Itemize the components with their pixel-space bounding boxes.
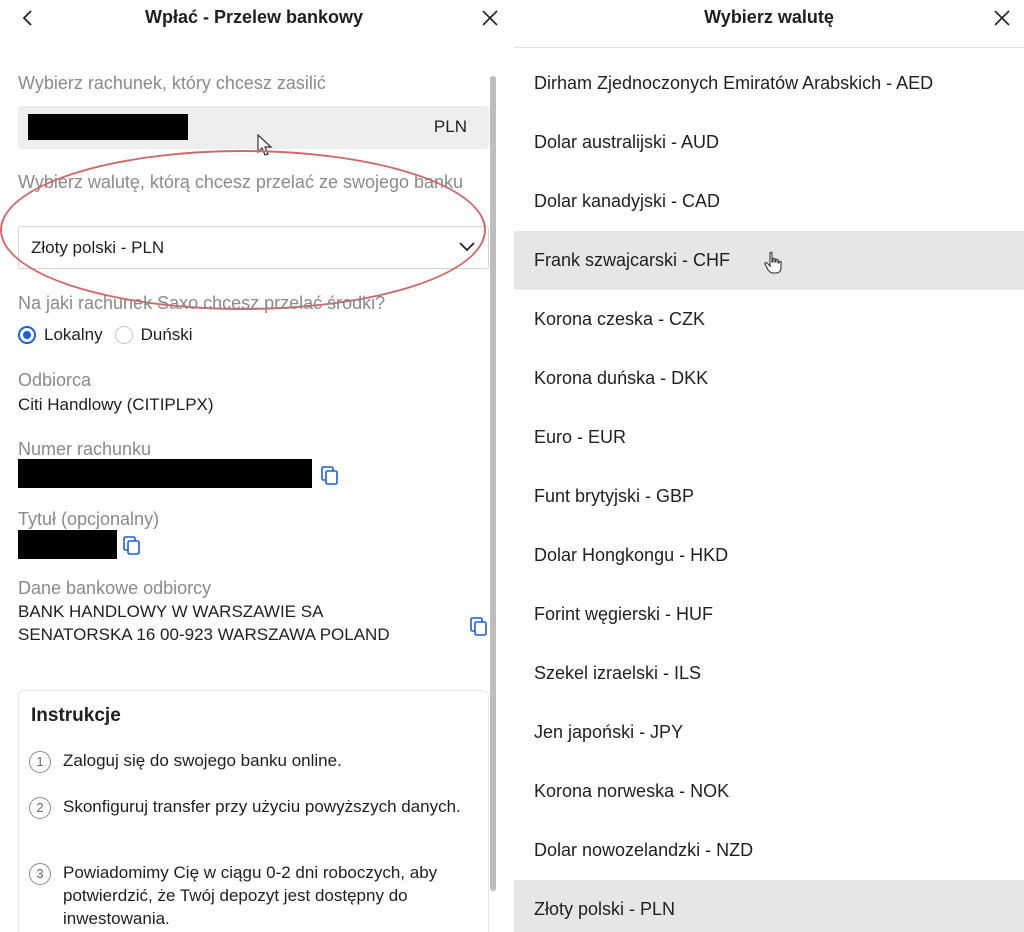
currency-option[interactable]: Korona duńska - DKK bbox=[514, 349, 1024, 408]
currency-option-label: Korona norweska - NOK bbox=[534, 781, 730, 801]
currency-option[interactable]: Frank szwajcarski - CHF bbox=[514, 231, 1024, 290]
currency-option[interactable]: Dolar nowozelandzki - NZD bbox=[514, 821, 1024, 880]
copy-icon[interactable] bbox=[469, 616, 489, 638]
bank-details-line1: BANK HANDLOWY W WARSZAWIE SA bbox=[18, 602, 324, 621]
instruction-step: 3 Powiadomimy Cię w ciągu 0-2 dni robocz… bbox=[29, 861, 469, 930]
step-text: Powiadomimy Cię w ciągu 0-2 dni roboczyc… bbox=[63, 863, 438, 928]
close-icon[interactable] bbox=[480, 8, 500, 28]
copy-icon[interactable] bbox=[320, 465, 340, 487]
step-number-icon: 1 bbox=[29, 751, 51, 773]
deposit-panel: Wpłać - Przelew bankowy Wybierz rachunek… bbox=[0, 0, 508, 932]
currency-picker-title: Wybierz walutę bbox=[704, 7, 834, 27]
instruction-step: 1 Zaloguj się do swojego banku online. bbox=[29, 749, 469, 773]
currency-option-label: Funt brytyjski - GBP bbox=[534, 486, 695, 506]
currency-option-label: Dolar Hongkongu - HKD bbox=[534, 545, 729, 565]
currency-dropdown[interactable]: Złoty polski - PLN bbox=[18, 226, 489, 269]
copy-icon[interactable] bbox=[122, 535, 142, 557]
currency-dropdown-value: Złoty polski - PLN bbox=[31, 238, 165, 257]
currency-option[interactable]: Korona norweska - NOK bbox=[514, 762, 1024, 821]
currency-option-label: Jen japoński - JPY bbox=[534, 722, 684, 742]
hand-pointer-icon bbox=[764, 251, 782, 274]
currency-label: Wybierz walutę, którą chcesz przelać ze … bbox=[18, 172, 464, 192]
currency-option-label: Korona czeska - CZK bbox=[534, 309, 706, 329]
currency-option[interactable]: Dolar kanadyjski - CAD bbox=[514, 172, 1024, 231]
step-number-icon: 2 bbox=[29, 797, 51, 819]
title-label: Tytuł (opcjonalny) bbox=[18, 509, 160, 529]
currency-option[interactable]: Funt brytyjski - GBP bbox=[514, 467, 1024, 526]
currency-option-label: Forint węgierski - HUF bbox=[534, 604, 714, 624]
scrollbar[interactable] bbox=[490, 76, 496, 891]
step-text: Zaloguj się do swojego banku online. bbox=[63, 751, 342, 770]
currency-option-label: Dolar australijski - AUD bbox=[534, 132, 720, 152]
radio-selected-icon bbox=[18, 326, 36, 344]
currency-option[interactable]: Forint węgierski - HUF bbox=[514, 585, 1024, 644]
deposit-header: Wpłać - Przelew bankowy bbox=[0, 0, 508, 40]
currency-option-label: Dolar kanadyjski - CAD bbox=[534, 191, 721, 211]
step-number-icon: 3 bbox=[29, 863, 51, 885]
currency-option-label: Frank szwajcarski - CHF bbox=[534, 250, 731, 270]
currency-picker-header: Wybierz walutę bbox=[514, 0, 1024, 48]
currency-option[interactable]: Szekel izraelski - ILS bbox=[514, 644, 1024, 703]
target-account-radio-group: Lokalny Duński bbox=[18, 324, 205, 346]
currency-option[interactable]: Jen japoński - JPY bbox=[514, 703, 1024, 762]
instruction-step: 2 Skonfiguruj transfer przy użyciu powyż… bbox=[29, 795, 469, 819]
recipient-value: Citi Handlowy (CITIPLPX) bbox=[18, 395, 214, 414]
radio-local-label: Lokalny bbox=[44, 325, 103, 344]
radio-danish[interactable]: Duński bbox=[114, 325, 193, 345]
chevron-down-icon bbox=[459, 242, 475, 252]
currency-option-label: Korona duńska - DKK bbox=[534, 368, 709, 388]
account-number-label: Numer rachunku bbox=[18, 439, 152, 459]
currency-option[interactable]: Dirham Zjednoczonych Emiratów Arabskich … bbox=[514, 54, 1024, 113]
account-selector[interactable]: PLN bbox=[18, 106, 489, 149]
redacted-account-name bbox=[28, 114, 188, 140]
redacted-transfer-title bbox=[18, 530, 117, 559]
radio-danish-label: Duński bbox=[140, 325, 193, 344]
currency-option-label: Dolar nowozelandzki - NZD bbox=[534, 840, 754, 860]
currency-option-label: Szekel izraelski - ILS bbox=[534, 663, 702, 683]
redacted-account-number bbox=[18, 459, 312, 488]
bank-details-line2: SENATORSKA 16 00-923 WARSZAWA POLAND bbox=[18, 625, 390, 644]
currency-option[interactable]: Euro - EUR bbox=[514, 408, 1024, 467]
currency-option[interactable]: Dolar Hongkongu - HKD bbox=[514, 526, 1024, 585]
target-account-label: Na jaki rachunek Saxo chcesz przelać śro… bbox=[18, 293, 386, 313]
step-text: Skonfiguruj transfer przy użyciu powyższ… bbox=[63, 797, 461, 816]
account-label: Wybierz rachunek, który chcesz zasilić bbox=[18, 73, 326, 93]
instructions-title: Instrukcje bbox=[31, 705, 121, 726]
instructions-card: Instrukcje 1 Zaloguj się do swojego bank… bbox=[18, 690, 489, 932]
page-title: Wpłać - Przelew bankowy bbox=[144, 7, 364, 27]
currency-option[interactable]: Dolar australijski - AUD bbox=[514, 113, 1024, 172]
radio-local[interactable]: Lokalny bbox=[18, 325, 103, 345]
currency-option[interactable]: Korona czeska - CZK bbox=[514, 290, 1024, 349]
currency-option-label: Złoty polski - PLN bbox=[534, 899, 676, 919]
radio-unselected-icon bbox=[114, 326, 133, 344]
account-currency: PLN bbox=[433, 117, 467, 136]
currency-option[interactable]: Złoty polski - PLN bbox=[514, 880, 1024, 932]
currency-list: Dirham Zjednoczonych Emiratów Arabskich … bbox=[514, 54, 1024, 932]
currency-picker-panel: Wybierz walutę Dirham Zjednoczonych Emir… bbox=[514, 0, 1024, 932]
close-icon[interactable] bbox=[992, 8, 1012, 28]
currency-option-label: Euro - EUR bbox=[534, 427, 627, 447]
recipient-label: Odbiorca bbox=[18, 370, 92, 390]
currency-option-label: Dirham Zjednoczonych Emiratów Arabskich … bbox=[534, 73, 934, 93]
bank-details-label: Dane bankowe odbiorcy bbox=[18, 578, 212, 598]
scrollbar-thumb[interactable] bbox=[490, 76, 496, 891]
